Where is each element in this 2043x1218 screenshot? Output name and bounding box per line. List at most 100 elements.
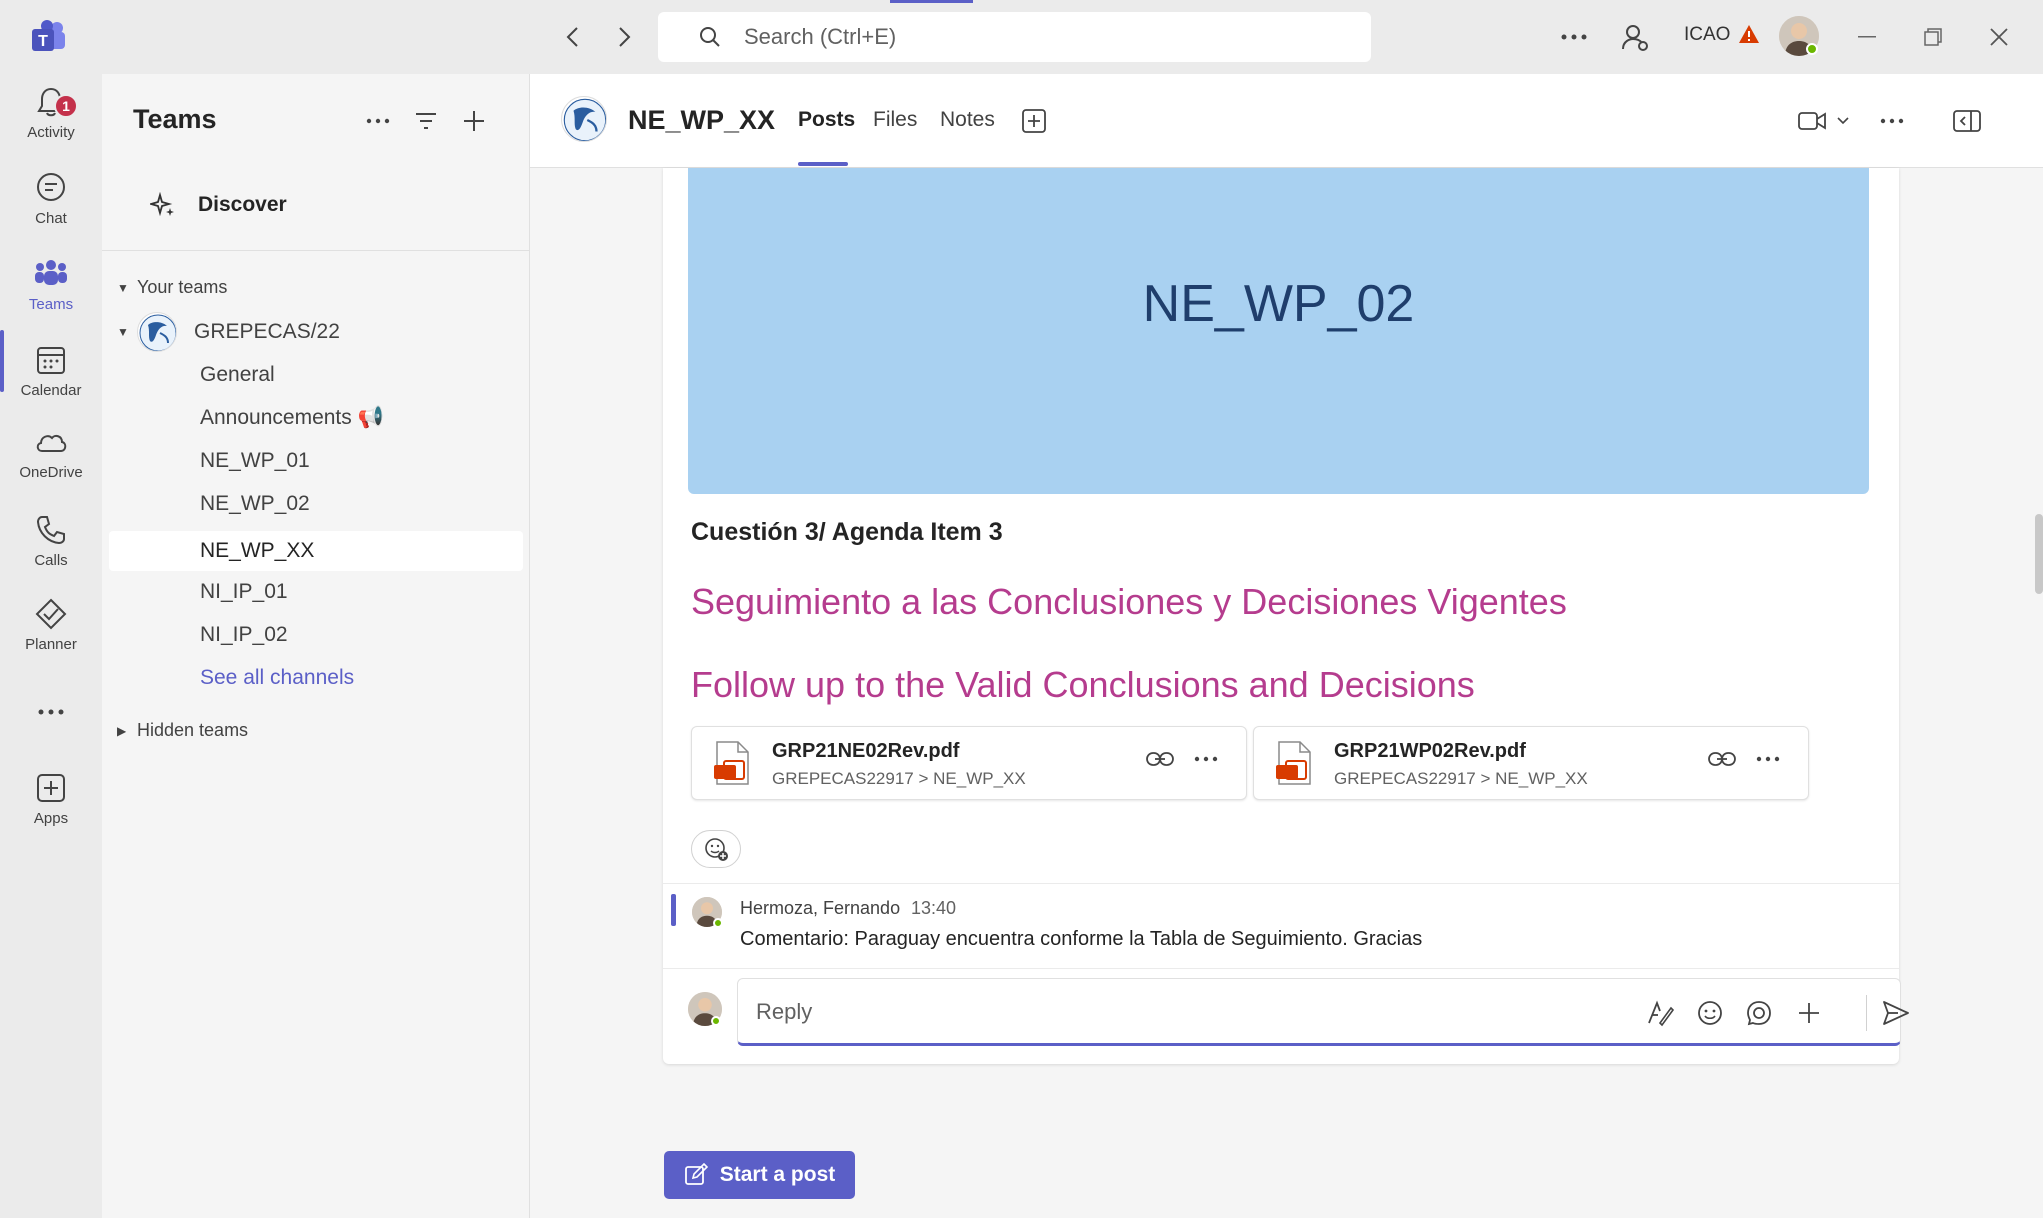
- reply-compose-box: [737, 978, 1909, 1046]
- search-input[interactable]: Search (Ctrl+E): [658, 12, 1371, 62]
- reply-text: Comentario: Paraguay encuentra conforme …: [740, 928, 1423, 950]
- warning-icon[interactable]: [1738, 24, 1760, 49]
- minimize-icon[interactable]: [1852, 22, 1882, 52]
- channel-announcements[interactable]: Announcements 📢: [109, 398, 523, 438]
- attachment-path: GREPECAS22917 > NE_WP_XX: [772, 769, 1026, 788]
- pdf-file-icon: [714, 741, 749, 785]
- presence-available-icon: [1806, 43, 1818, 55]
- restore-icon[interactable]: [1918, 22, 1948, 52]
- attachment-card[interactable]: GRP21NE02Rev.pdf GREPECAS22917 > NE_WP_X…: [691, 726, 1247, 800]
- title-bar: T Search (Ctrl+E) ICAO: [0, 0, 2043, 74]
- reply-author[interactable]: Hermoza, Fernando: [740, 898, 900, 919]
- app-label: OneDrive: [19, 464, 83, 481]
- attachment-name: GRP21NE02Rev.pdf: [772, 740, 960, 762]
- close-icon[interactable]: [1984, 22, 2014, 52]
- divider: [663, 968, 1899, 969]
- app-teams[interactable]: Teams: [0, 256, 102, 336]
- emoji-add-icon: [705, 838, 728, 861]
- channel-general[interactable]: General: [109, 355, 523, 395]
- channel-more-icon[interactable]: [1880, 104, 1904, 138]
- organization-name[interactable]: ICAO: [1684, 24, 1730, 46]
- search-icon: [700, 27, 720, 47]
- app-chat[interactable]: Chat: [0, 170, 102, 250]
- calendar-icon: [37, 347, 65, 374]
- app-apps[interactable]: Apps: [0, 770, 102, 850]
- tab-notes[interactable]: Notes: [940, 108, 995, 132]
- loop-component-icon[interactable]: [1743, 997, 1775, 1029]
- title-accent-line: [890, 0, 973, 3]
- globe-icon: [137, 312, 177, 352]
- channel-title: NE_WP_XX: [628, 105, 776, 135]
- main-area: NE_WP_XX Posts Files Notes NE_WP_02 Cues…: [530, 74, 2043, 1218]
- channel-ne-wp-02[interactable]: NE_WP_02: [109, 484, 523, 524]
- caret-down-icon: ▼: [117, 280, 129, 295]
- start-post-label: Start a post: [719, 1163, 836, 1186]
- tab-files[interactable]: Files: [873, 108, 917, 132]
- app-calendar[interactable]: Calendar: [0, 342, 102, 422]
- caret-down-icon: ▼: [117, 325, 129, 339]
- app-calls[interactable]: Calls: [0, 512, 102, 592]
- app-label: Activity: [27, 124, 75, 141]
- app-onedrive[interactable]: OneDrive: [0, 424, 102, 504]
- pane-more-icon[interactable]: [363, 106, 393, 136]
- copy-link-icon[interactable]: [1146, 751, 1174, 767]
- reply-input[interactable]: [756, 993, 1576, 1031]
- app-label: Calls: [34, 552, 68, 569]
- teams-icon: [35, 260, 67, 285]
- app-activity[interactable]: 1 Activity: [0, 84, 102, 164]
- caret-right-icon: ▶: [117, 723, 127, 738]
- channel-ni-ip-02[interactable]: NI_IP_02: [109, 615, 523, 655]
- copy-link-icon[interactable]: [1708, 751, 1736, 767]
- section-label: Your teams: [137, 277, 228, 297]
- forward-icon[interactable]: [609, 22, 639, 52]
- app-planner[interactable]: Planner: [0, 596, 102, 676]
- channel-ni-ip-01[interactable]: NI_IP_01: [109, 572, 523, 612]
- more-options-icon[interactable]: [1560, 20, 1588, 54]
- start-post-button[interactable]: Start a post: [664, 1151, 855, 1199]
- planner-icon: [35, 598, 67, 630]
- hidden-teams-header[interactable]: ▶ Hidden teams: [117, 720, 248, 741]
- post-subject: Cuestión 3/ Agenda Item 3: [691, 518, 1003, 546]
- see-all-channels-link[interactable]: See all channels: [109, 658, 523, 698]
- apps-icon: [37, 774, 65, 802]
- post-line-en: Follow up to the Valid Conclusions and D…: [691, 664, 1475, 705]
- back-icon[interactable]: [558, 22, 588, 52]
- send-icon[interactable]: [1880, 997, 1912, 1029]
- filter-icon[interactable]: [411, 106, 441, 136]
- chevron-down-icon[interactable]: [1836, 104, 1850, 138]
- banner-title: NE_WP_02: [1142, 275, 1415, 333]
- cloud-icon: [36, 434, 67, 452]
- add-icon[interactable]: [459, 106, 489, 136]
- attachment-name: GRP21WP02Rev.pdf: [1334, 740, 1526, 762]
- channel-ne-wp-xx[interactable]: NE_WP_XX: [109, 531, 523, 571]
- people-icon[interactable]: [1620, 20, 1650, 54]
- team-grepecas[interactable]: ▼ GREPECAS/22: [117, 312, 340, 352]
- discover-button[interactable]: Discover: [150, 192, 287, 218]
- activity-badge: 1: [54, 94, 78, 118]
- attachment-card[interactable]: GRP21WP02Rev.pdf GREPECAS22917 > NE_WP_X…: [1253, 726, 1809, 800]
- attachment-more-icon[interactable]: [1756, 751, 1780, 767]
- add-tab-icon[interactable]: [1022, 104, 1046, 138]
- channel-ne-wp-01[interactable]: NE_WP_01: [109, 441, 523, 481]
- active-tab-indicator: [798, 162, 848, 166]
- scrollbar-thumb[interactable]: [2035, 514, 2043, 594]
- attachment-more-icon[interactable]: [1194, 751, 1218, 767]
- emoji-icon[interactable]: [1694, 997, 1726, 1029]
- channel-info-panel-icon[interactable]: [1953, 104, 1981, 138]
- your-teams-header[interactable]: ▼ Your teams: [117, 277, 227, 298]
- tab-posts[interactable]: Posts: [798, 108, 855, 132]
- divider: [102, 250, 530, 251]
- app-more[interactable]: [0, 694, 102, 744]
- teams-logo-icon: T: [30, 19, 68, 55]
- video-call-icon[interactable]: [1798, 104, 1826, 138]
- format-icon[interactable]: [1644, 997, 1676, 1029]
- search-placeholder: Search (Ctrl+E): [744, 24, 897, 49]
- discover-label: Discover: [198, 193, 287, 216]
- add-reaction-button[interactable]: [691, 830, 741, 868]
- attach-plus-icon[interactable]: [1793, 997, 1825, 1029]
- compose-icon: [684, 1163, 708, 1185]
- app-bar: 1 Activity Chat Teams Calendar OneDrive …: [0, 74, 102, 1218]
- sparkle-icon: [150, 192, 174, 217]
- post-line-es: Seguimiento a las Conclusiones y Decisio…: [691, 581, 1567, 622]
- app-label: Teams: [28, 296, 74, 313]
